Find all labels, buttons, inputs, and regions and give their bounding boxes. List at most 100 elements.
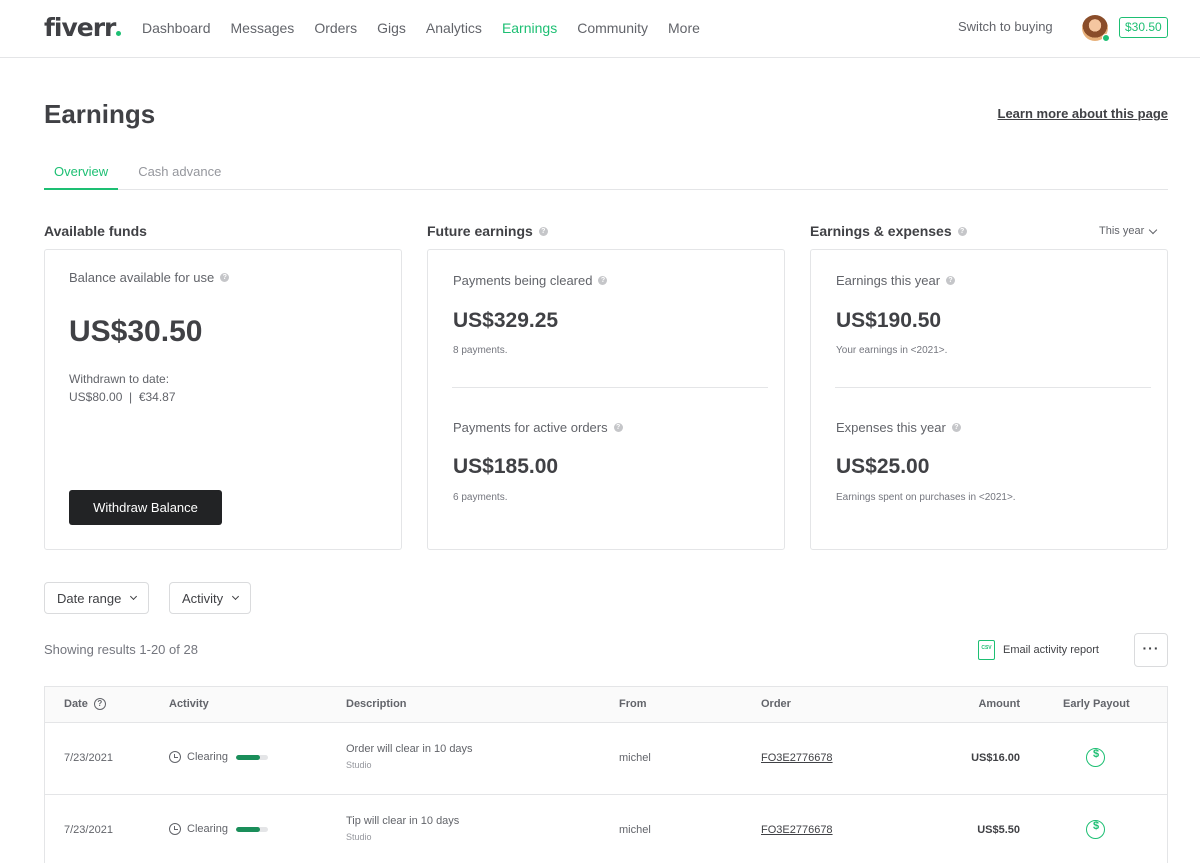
withdrawn-to-date: Withdrawn to date: US$80.00 | €34.87	[69, 370, 176, 406]
withdrawn-label: Withdrawn to date:	[69, 372, 170, 386]
table-row: 7/23/2021 Clearing Order will clear in 1…	[45, 723, 1167, 795]
expenses-year-note: Earnings spent on purchases in <2021>.	[836, 492, 1016, 503]
tab-cash-advance[interactable]: Cash advance	[128, 156, 231, 190]
info-icon[interactable]: ?	[957, 226, 967, 236]
nav-earnings[interactable]: Earnings	[502, 20, 557, 36]
earnings-tabs: Overview Cash advance	[44, 156, 1168, 190]
active-orders-label-text: Payments for active orders	[453, 420, 608, 435]
earnings-expenses-card: Earnings this year? US$190.50 Your earni…	[810, 249, 1168, 550]
table-row: 7/23/2021 Clearing Tip will clear in 10 …	[45, 795, 1167, 863]
row-date: 7/23/2021	[64, 752, 113, 764]
row-from: michel	[619, 824, 651, 836]
row-description: Tip will clear in 10 days Studio	[346, 815, 459, 842]
row-description-text: Tip will clear in 10 days	[346, 815, 460, 827]
clearing-progress-fill	[235, 826, 260, 832]
row-amount: US$16.00	[971, 752, 1020, 764]
card-divider	[452, 387, 768, 388]
row-activity: Clearing	[169, 751, 268, 763]
active-orders-label: Payments for active orders?	[453, 420, 623, 435]
header-date: Date?	[64, 698, 106, 711]
balance-amount: US$30.50	[69, 315, 203, 348]
info-icon[interactable]: ?	[220, 273, 230, 282]
available-funds-title: Available funds	[44, 223, 147, 239]
clock-icon	[169, 823, 181, 835]
date-range-label: Date range	[57, 590, 122, 606]
results-count: Showing results 1-20 of 28	[44, 642, 198, 657]
row-amount: US$5.50	[977, 824, 1020, 836]
payments-cleared-label: Payments being cleared?	[453, 273, 608, 288]
header-from: From	[619, 698, 647, 710]
nav-orders[interactable]: Orders	[314, 20, 357, 36]
row-activity-label: Clearing	[187, 751, 228, 763]
row-activity: Clearing	[169, 823, 268, 835]
info-icon[interactable]: ?	[946, 276, 956, 285]
info-icon[interactable]: ?	[951, 423, 961, 432]
email-activity-report-button[interactable]: CSV Email activity report	[978, 640, 1099, 660]
activity-filter-label: Activity	[182, 590, 224, 606]
row-description: Order will clear in 10 days Studio	[346, 743, 473, 770]
future-earnings-heading: Future earnings?	[427, 223, 548, 239]
row-from: michel	[619, 752, 651, 764]
learn-more-link[interactable]: Learn more about this page	[998, 106, 1168, 121]
card-divider	[835, 387, 1151, 388]
future-earnings-title: Future earnings	[427, 223, 533, 239]
chevron-down-icon	[1149, 225, 1158, 234]
row-activity-label: Clearing	[187, 823, 228, 835]
activity-filter[interactable]: Activity	[169, 582, 252, 614]
period-dropdown[interactable]: This year	[1099, 225, 1158, 237]
early-payout-icon[interactable]	[1086, 748, 1105, 767]
info-icon[interactable]: ?	[538, 226, 548, 236]
header-order: Order	[761, 698, 791, 710]
online-status-dot	[1102, 34, 1110, 42]
switch-to-buying-link[interactable]: Switch to buying	[958, 19, 1053, 34]
row-description-sub: Studio	[346, 832, 372, 842]
nav-dashboard[interactable]: Dashboard	[142, 20, 211, 36]
nav-analytics[interactable]: Analytics	[426, 20, 482, 36]
balance-label: Balance available for use?	[69, 270, 230, 285]
clock-icon	[169, 751, 181, 763]
nav-community[interactable]: Community	[577, 20, 648, 36]
row-date: 7/23/2021	[64, 824, 113, 836]
info-icon[interactable]: ?	[613, 423, 623, 432]
fiverr-logo[interactable]: fiverr	[44, 13, 122, 42]
row-description-sub: Studio	[346, 760, 372, 770]
expenses-year-label-text: Expenses this year	[836, 420, 946, 435]
earnings-expenses-title: Earnings & expenses	[810, 223, 952, 239]
header-activity: Activity	[169, 698, 209, 710]
available-funds-heading: Available funds	[44, 223, 147, 239]
nav-more[interactable]: More	[668, 20, 700, 36]
future-earnings-card: Payments being cleared? US$329.25 8 paym…	[427, 249, 785, 550]
balance-label-text: Balance available for use	[69, 270, 215, 285]
row-order-link[interactable]: FO3E2776678	[761, 824, 833, 836]
withdraw-balance-button[interactable]: Withdraw Balance	[69, 490, 222, 525]
clearing-progress-bar	[235, 754, 268, 760]
top-navbar: fiverr Dashboard Messages Orders Gigs An…	[0, 0, 1200, 58]
chevron-down-icon	[232, 592, 240, 601]
nav-gigs[interactable]: Gigs	[377, 20, 406, 36]
info-icon[interactable]: ?	[598, 276, 608, 285]
header-early-payout: Early Payout	[1063, 698, 1130, 710]
nav-messages[interactable]: Messages	[231, 20, 295, 36]
main-nav: Dashboard Messages Orders Gigs Analytics…	[142, 20, 720, 36]
more-options-button[interactable]: ···	[1134, 633, 1168, 667]
earnings-year-label-text: Earnings this year	[836, 273, 941, 288]
question-icon[interactable]: ?	[93, 698, 106, 711]
header-description: Description	[346, 698, 407, 710]
expenses-year-amount: US$25.00	[836, 455, 930, 478]
period-label: This year	[1099, 225, 1145, 237]
avatar[interactable]	[1082, 15, 1110, 42]
balance-badge[interactable]: $30.50	[1119, 17, 1168, 38]
csv-file-icon: CSV	[978, 640, 995, 660]
early-payout-icon[interactable]	[1086, 820, 1105, 839]
earnings-year-amount: US$190.50	[836, 309, 942, 332]
row-order-link[interactable]: FO3E2776678	[761, 752, 833, 764]
logo-dot	[116, 31, 122, 36]
date-range-filter[interactable]: Date range	[44, 582, 150, 614]
tab-overview[interactable]: Overview	[44, 156, 119, 190]
active-orders-amount: US$185.00	[453, 455, 559, 478]
chevron-down-icon	[130, 592, 138, 601]
active-orders-note: 6 payments.	[453, 492, 508, 503]
payments-cleared-amount: US$329.25	[453, 309, 559, 332]
row-description-text: Order will clear in 10 days	[346, 743, 473, 755]
payments-cleared-label-text: Payments being cleared	[453, 273, 593, 288]
